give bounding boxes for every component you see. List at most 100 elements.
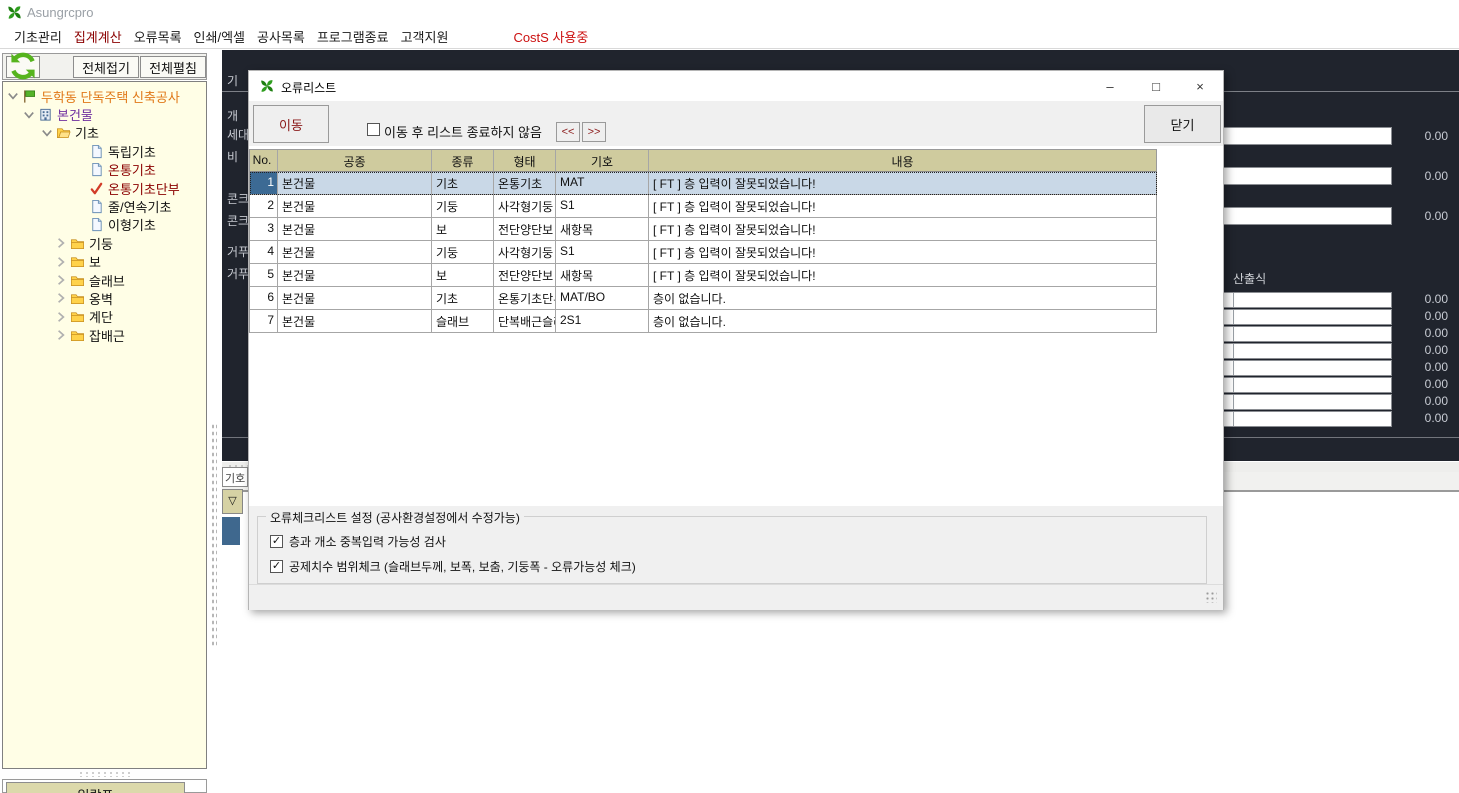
formula-field-divider: [1233, 293, 1234, 307]
chevron-down-icon[interactable]: [23, 109, 35, 121]
menu-item-3[interactable]: 오류목록: [134, 27, 182, 46]
column-header-1[interactable]: No.: [250, 150, 278, 171]
table-cell: 전단양단보: [494, 218, 556, 240]
formula-input-field-8[interactable]: [1222, 411, 1392, 427]
tree-node-6[interactable]: 온통기초단부: [3, 179, 206, 197]
tree-node-14[interactable]: 잡배근: [3, 326, 206, 344]
table-cell: 기초: [432, 287, 494, 309]
tree-node-8[interactable]: 이형기초: [3, 216, 206, 234]
column-header-2[interactable]: 공종: [278, 150, 432, 171]
folder-icon: [70, 328, 85, 343]
collapse-all-button[interactable]: 전체접기: [73, 56, 139, 78]
previous-error-button[interactable]: <<: [556, 122, 580, 142]
tree-node-13[interactable]: 계단: [3, 308, 206, 326]
formula-field-divider: [1233, 412, 1234, 426]
tree-node-2[interactable]: 본건물: [3, 105, 206, 123]
menu-item-1[interactable]: 기초관리: [14, 27, 62, 46]
chevron-right-icon[interactable]: [55, 256, 67, 268]
menu-item-5[interactable]: 공사목록: [257, 27, 305, 46]
page-icon: [89, 217, 104, 232]
tree-node-label: 본건물: [57, 105, 93, 124]
column-header-3[interactable]: 종류: [432, 150, 494, 171]
tree-node-7[interactable]: 줄/연속기초: [3, 197, 206, 215]
formula-input-field-1[interactable]: [1222, 292, 1392, 308]
table-row[interactable]: 3본건물보전단양단보새항목[ FT ] 층 입력이 잘못되었습니다!: [250, 218, 1157, 241]
menu-item-6[interactable]: 프로그램종료: [317, 27, 389, 46]
column-header-4[interactable]: 형태: [494, 150, 556, 171]
chevron-right-icon[interactable]: [55, 292, 67, 304]
refresh-button[interactable]: [6, 56, 40, 78]
settings-legend: 오류체크리스트 설정 (공사환경설정에서 수정가능): [266, 509, 524, 526]
minimize-button[interactable]: –: [1087, 71, 1133, 101]
folder-icon: [70, 236, 85, 251]
tree-node-4[interactable]: 독립기초: [3, 142, 206, 160]
background-field-label-3: 세대: [227, 126, 248, 143]
resize-grip[interactable]: [1205, 591, 1217, 603]
chevron-down-icon[interactable]: [7, 90, 19, 102]
table-row[interactable]: 1본건물기초온통기초MAT[ FT ] 층 입력이 잘못되었습니다!: [250, 172, 1157, 195]
table-cell: 기둥: [432, 241, 494, 263]
chevron-right-icon[interactable]: [55, 311, 67, 323]
formula-input-field-3[interactable]: [1222, 326, 1392, 342]
next-error-button[interactable]: >>: [582, 122, 606, 142]
formula-input-field-4[interactable]: [1222, 343, 1392, 359]
formula-amount-3: 0.00: [1388, 326, 1448, 340]
background-amount-2: 0.00: [1388, 169, 1448, 183]
table-cell: 사각형기둥: [494, 195, 556, 217]
filter-dropdown-button[interactable]: ▽: [222, 489, 243, 514]
dialog-titlebar[interactable]: 오류리스트 – □ ×: [249, 71, 1223, 101]
tree-node-11[interactable]: 슬래브: [3, 271, 206, 289]
tree-node-12[interactable]: 옹벽: [3, 289, 206, 307]
tree-bottom-grip[interactable]: [78, 771, 134, 777]
column-header-6[interactable]: 내용: [649, 150, 1157, 171]
menu-item-7[interactable]: 고객지원: [401, 27, 449, 46]
move-button[interactable]: 이동: [253, 105, 329, 143]
vertical-splitter-handle[interactable]: [211, 423, 217, 648]
background-input-field-1[interactable]: [1222, 127, 1392, 145]
settings-checkbox-2[interactable]: ✓: [270, 560, 283, 573]
tree-node-1[interactable]: 두학동 단독주택 신축공사: [3, 87, 206, 105]
tree-node-3[interactable]: 기초: [3, 124, 206, 142]
settings-checkbox-1[interactable]: ✓: [270, 535, 283, 548]
formula-input-field-5[interactable]: [1222, 360, 1392, 376]
formula-field-divider: [1233, 378, 1234, 392]
menu-item-4[interactable]: 인쇄/엑셀: [194, 27, 245, 46]
formula-input-field-6[interactable]: [1222, 377, 1392, 393]
tree-node-label: 옹벽: [89, 289, 113, 308]
expand-all-button[interactable]: 전체펼침: [140, 56, 206, 78]
row-number-cell: 5: [250, 264, 278, 286]
formula-amount-4: 0.00: [1388, 343, 1448, 357]
chevron-right-icon[interactable]: [55, 329, 67, 341]
maximize-button[interactable]: □: [1133, 71, 1179, 101]
column-header-5[interactable]: 기호: [556, 150, 649, 171]
project-tree: 두학동 단독주택 신축공사본건물기초독립기초온통기초온통기초단부줄/연속기초이형…: [2, 81, 207, 769]
close-dialog-button[interactable]: 닫기: [1144, 105, 1221, 143]
formula-input-field-7[interactable]: [1222, 394, 1392, 410]
background-input-field-2[interactable]: [1222, 167, 1392, 185]
table-cell: 기초: [432, 172, 494, 194]
summary-table-button[interactable]: 일람표: [6, 782, 185, 793]
table-row[interactable]: 5본건물보전단양단보새항목[ FT ] 층 입력이 잘못되었습니다!: [250, 264, 1157, 287]
error-list-dialog: 오류리스트 – □ × 이동 이동 후 리스트 종료하지 않음 << >> 닫기…: [248, 70, 1224, 610]
menu-item-8[interactable]: CostS 사용중: [513, 27, 588, 46]
tree-node-label: 독립기초: [108, 142, 156, 161]
tree-node-9[interactable]: 기둥: [3, 234, 206, 252]
chevron-right-icon[interactable]: [55, 274, 67, 286]
table-row[interactable]: 2본건물기둥사각형기둥S1[ FT ] 층 입력이 잘못되었습니다!: [250, 195, 1157, 218]
table-row[interactable]: 6본건물기초온통기초단부MAT/BO층이 없습니다.: [250, 287, 1157, 310]
table-row[interactable]: 7본건물슬래브단복배근슬라브2S1층이 없습니다.: [250, 310, 1157, 333]
stay-open-checkbox[interactable]: [367, 123, 380, 136]
table-cell: 본건물: [278, 264, 432, 286]
table-cell: [ FT ] 층 입력이 잘못되었습니다!: [649, 218, 1157, 240]
close-window-icon[interactable]: ×: [1177, 71, 1223, 101]
chevron-down-icon[interactable]: [41, 127, 53, 139]
background-input-field-3[interactable]: [1222, 207, 1392, 225]
formula-section-label: 산출식: [1233, 270, 1266, 287]
bottom-left-panel: 일람표: [2, 779, 207, 793]
menu-item-2[interactable]: 집계계산: [74, 27, 122, 46]
chevron-right-icon[interactable]: [55, 237, 67, 249]
table-row[interactable]: 4본건물기둥사각형기둥S1[ FT ] 층 입력이 잘못되었습니다!: [250, 241, 1157, 264]
formula-input-field-2[interactable]: [1222, 309, 1392, 325]
tree-node-5[interactable]: 온통기초: [3, 161, 206, 179]
tree-node-10[interactable]: 보: [3, 253, 206, 271]
